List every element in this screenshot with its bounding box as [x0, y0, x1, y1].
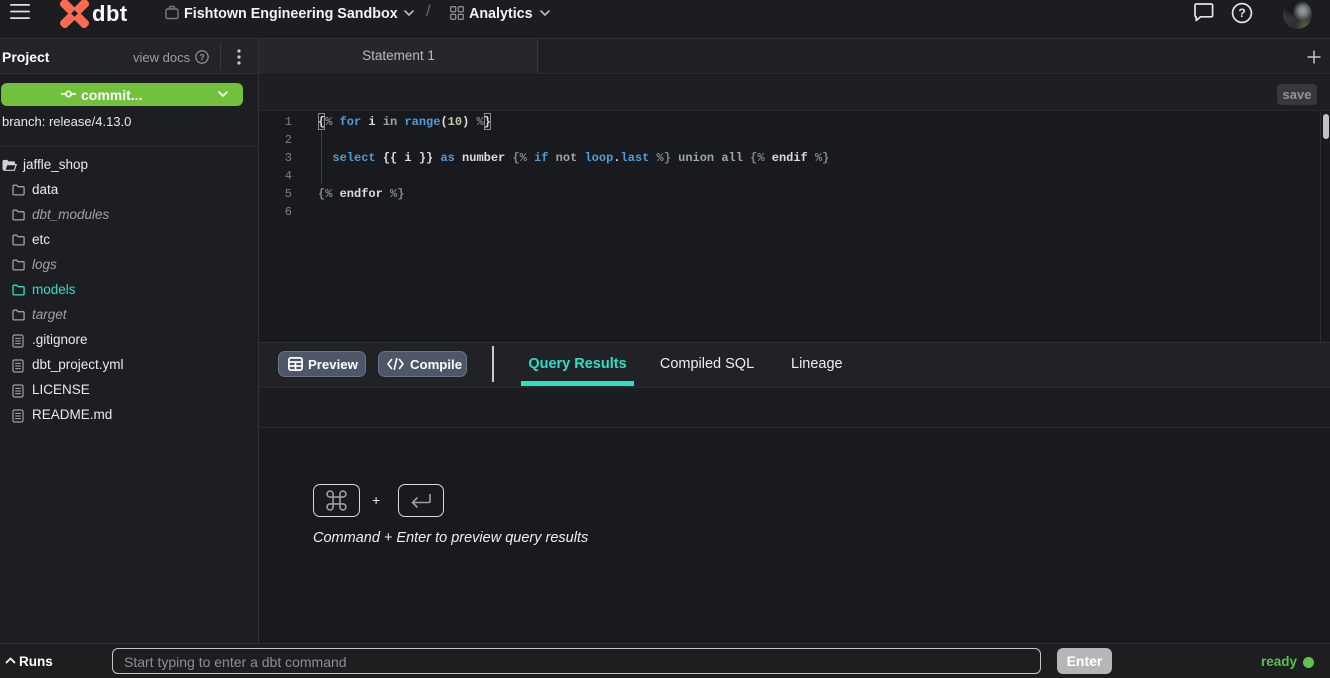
- svg-text:?: ?: [199, 52, 204, 62]
- svg-text:?: ?: [1238, 6, 1245, 20]
